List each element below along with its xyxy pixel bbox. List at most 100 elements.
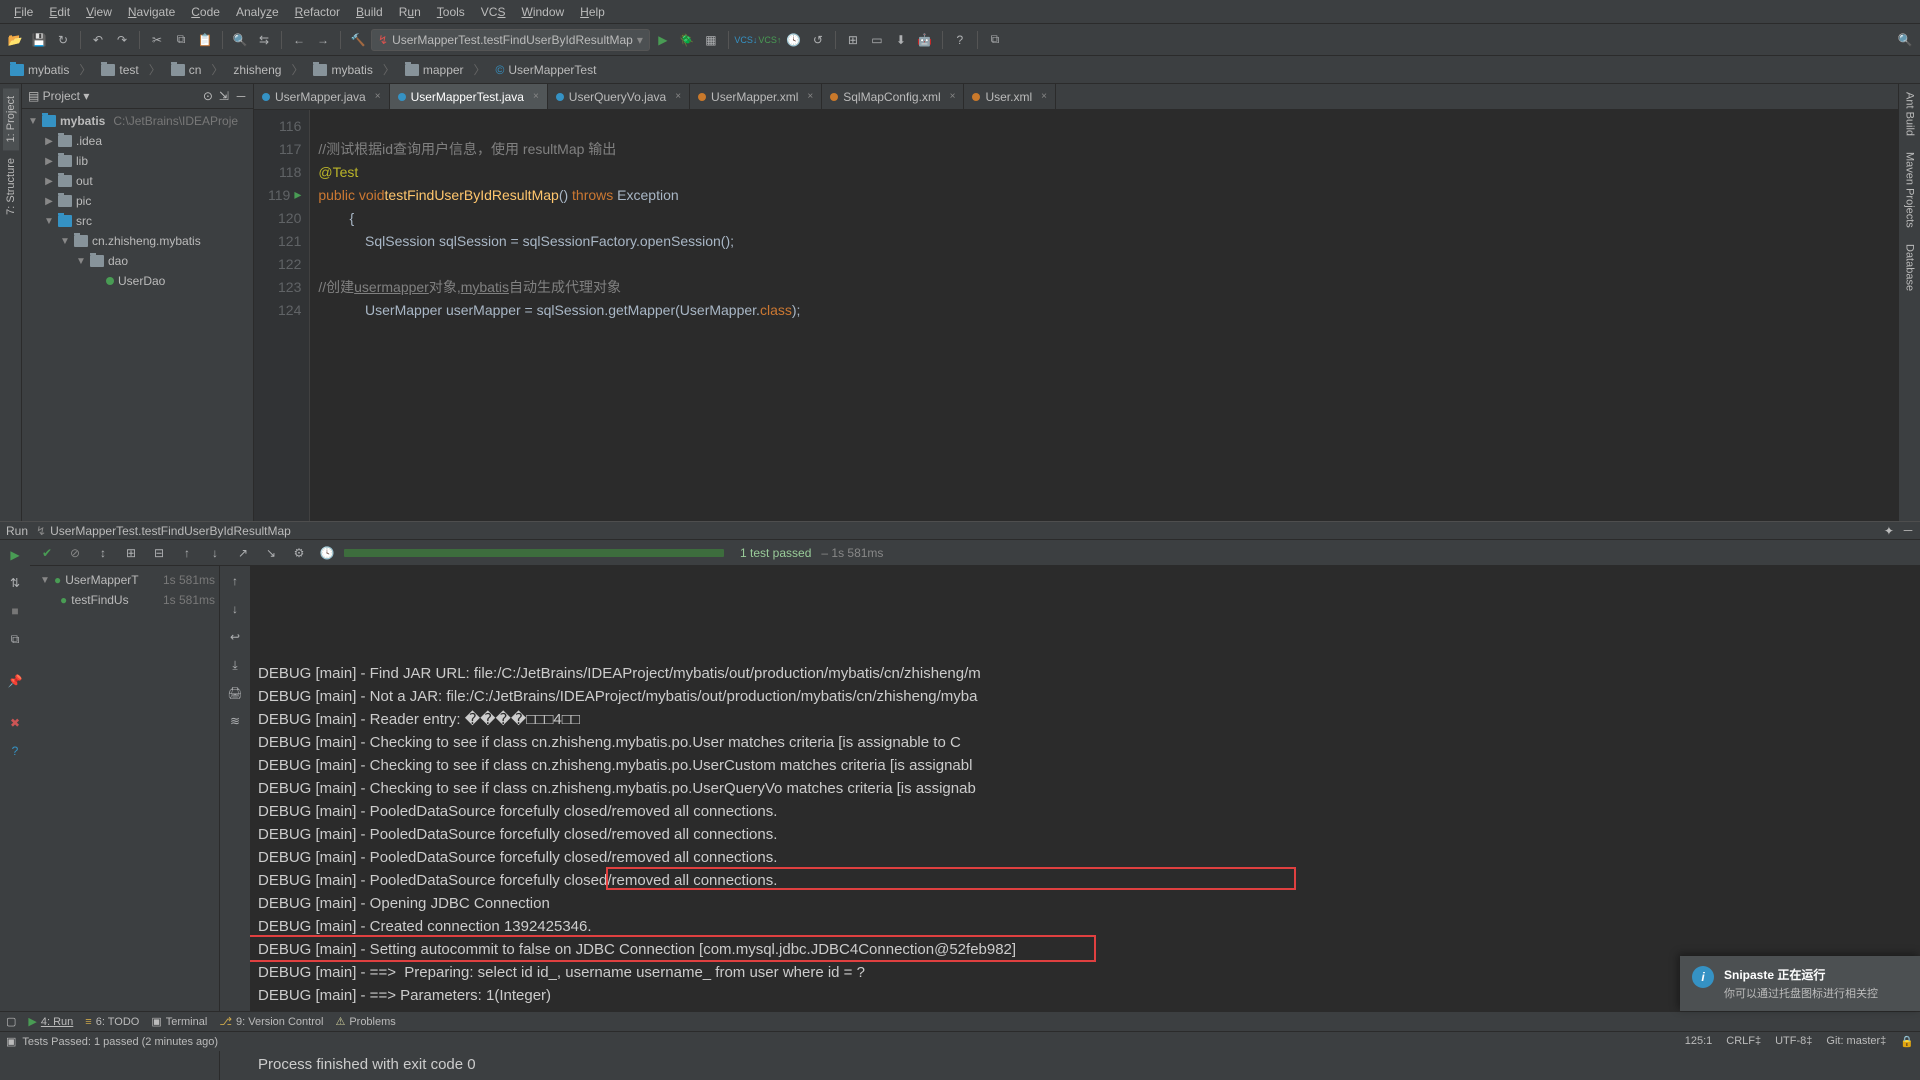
code-line[interactable] — [318, 114, 1890, 137]
tree-item[interactable]: ▶.idea — [22, 131, 253, 151]
hide-tool-windows-icon[interactable]: ▢ — [6, 1015, 16, 1028]
up-icon[interactable]: ↑ — [224, 570, 246, 592]
vcs-revert-icon[interactable]: ↺ — [807, 29, 829, 51]
layout-icon[interactable]: ⧉ — [984, 29, 1006, 51]
copy-icon[interactable]: ⧉ — [170, 29, 192, 51]
replace-icon[interactable]: ⇆ — [253, 29, 275, 51]
breadcrumb-item[interactable]: mybatis — [6, 61, 73, 79]
code-line[interactable]: SqlSession sqlSession = sqlSessionFactor… — [318, 229, 1890, 252]
breadcrumb-item[interactable]: mapper — [401, 61, 468, 79]
diff-icon[interactable]: ≋ — [224, 710, 246, 732]
stop-icon[interactable]: ■ — [4, 600, 26, 622]
sort-icon[interactable]: ↕ — [92, 542, 114, 564]
breadcrumb-item[interactable]: cn — [167, 61, 206, 79]
code-line[interactable]: { — [318, 206, 1890, 229]
menu-refactor[interactable]: Refactor — [287, 3, 348, 21]
collapse-icon[interactable]: ⇲ — [219, 89, 229, 103]
build-icon[interactable]: 🔨 — [347, 29, 369, 51]
close-icon[interactable]: × — [950, 91, 956, 102]
expand-icon[interactable]: ⊞ — [120, 542, 142, 564]
tree-item[interactable]: ▼cn.zhisheng.mybatis — [22, 231, 253, 251]
editor-tab[interactable]: UserMapper.java× — [254, 84, 390, 109]
console-output[interactable]: DEBUG [main] - Find JAR URL: file:/C:/Je… — [250, 566, 1920, 1080]
menu-run[interactable]: Run — [391, 3, 429, 21]
run-icon[interactable]: ▶ — [652, 29, 674, 51]
menu-build[interactable]: Build — [348, 3, 391, 21]
cut-icon[interactable]: ✂ — [146, 29, 168, 51]
down-icon[interactable]: ↓ — [224, 598, 246, 620]
rerun-icon[interactable]: ▶ — [4, 544, 26, 566]
toolwindow-terminal[interactable]: ▣Terminal — [151, 1015, 207, 1028]
code-line[interactable]: UserMapper userMapper = sqlSession.getMa… — [318, 298, 1890, 321]
help-blue-icon[interactable]: ? — [4, 740, 26, 762]
tree-item[interactable]: ▼src — [22, 211, 253, 231]
code-line[interactable]: @Test — [318, 160, 1890, 183]
search-everywhere-icon[interactable]: 🔍 — [1894, 29, 1916, 51]
save-all-icon[interactable]: 💾 — [28, 29, 50, 51]
breadcrumb-item[interactable]: test — [97, 61, 142, 79]
tree-item[interactable]: UserDao — [22, 271, 253, 291]
coverage-icon[interactable]: ▦ — [700, 29, 722, 51]
toolwindow-structure[interactable]: 7: Structure — [3, 150, 19, 223]
structure-icon[interactable]: ⊞ — [842, 29, 864, 51]
menu-vcs[interactable]: VCS — [473, 3, 514, 21]
toolwindow-ant[interactable]: Ant Build — [1902, 84, 1918, 144]
line-separator[interactable]: CRLF‡ — [1726, 1035, 1761, 1048]
wrap-icon[interactable]: ↩ — [224, 626, 246, 648]
toolwindow-maven[interactable]: Maven Projects — [1902, 144, 1918, 236]
close-icon[interactable]: × — [533, 91, 539, 102]
tree-item[interactable]: ▶pic — [22, 191, 253, 211]
pass-filter-icon[interactable]: ✔ — [36, 542, 58, 564]
back-icon[interactable]: ← — [288, 29, 310, 51]
code-line[interactable]: public void testFindUserByIdResultMap() … — [318, 183, 1890, 206]
hide-icon[interactable]: － — [235, 88, 247, 105]
print-icon[interactable]: 🖨 — [224, 682, 246, 704]
toolwindow-problems[interactable]: ⚠Problems — [335, 1015, 395, 1028]
editor-tab[interactable]: User.xml× — [964, 84, 1056, 109]
vcs-update-icon[interactable]: VCS↓ — [735, 29, 757, 51]
run-config-dropdown[interactable]: ↯ UserMapperTest.testFindUserByIdResultM… — [371, 29, 650, 51]
tree-item[interactable]: ▶out — [22, 171, 253, 191]
redo-icon[interactable]: ↷ — [111, 29, 133, 51]
history-icon[interactable]: 🕓 — [316, 542, 338, 564]
menu-view[interactable]: View — [78, 3, 120, 21]
menu-file[interactable]: File — [6, 3, 41, 21]
project-view-dropdown[interactable]: ▤ Project ▾ — [28, 89, 89, 103]
vcs-history-icon[interactable]: 🕓 — [783, 29, 805, 51]
menu-navigate[interactable]: Navigate — [120, 3, 183, 21]
avd-icon[interactable]: ▭ — [866, 29, 888, 51]
collapse-icon[interactable]: ⊟ — [148, 542, 170, 564]
test-tree-root[interactable]: ▼ ● UserMapperT 1s 581ms — [34, 570, 215, 590]
menu-help[interactable]: Help — [572, 3, 613, 21]
dump-icon[interactable]: ⧉ — [4, 628, 26, 650]
code-line[interactable]: //测试根据id查询用户信息，使用 resultMap 输出 — [318, 137, 1890, 160]
editor-tab[interactable]: UserMapper.xml× — [690, 84, 822, 109]
toolwindow-project[interactable]: 1: Project — [3, 88, 19, 150]
breadcrumb-item[interactable]: zhisheng — [229, 61, 285, 79]
close-icon[interactable]: × — [807, 91, 813, 102]
export-icon[interactable]: ↗ — [232, 542, 254, 564]
lock-icon[interactable]: 🔒 — [1900, 1035, 1914, 1048]
tree-root[interactable]: ▼ mybatis C:\JetBrains\IDEAProje — [22, 111, 253, 131]
close-icon[interactable]: × — [675, 91, 681, 102]
help-icon[interactable]: ? — [949, 29, 971, 51]
toolwindow-todo[interactable]: ≡6: TODO — [85, 1016, 139, 1028]
forward-icon[interactable]: → — [312, 29, 334, 51]
file-encoding[interactable]: UTF-8‡ — [1775, 1035, 1812, 1048]
import-icon[interactable]: ↘ — [260, 542, 282, 564]
close-red-icon[interactable]: ✖ — [4, 712, 26, 734]
code-line[interactable] — [318, 252, 1890, 275]
tree-item[interactable]: ▶lib — [22, 151, 253, 171]
scroll-icon[interactable]: ⤓ — [224, 654, 246, 676]
caret-position[interactable]: 125:1 — [1685, 1035, 1713, 1048]
gear-icon[interactable]: ⚙ — [288, 542, 310, 564]
toggle-tests-icon[interactable]: ⇅ — [4, 572, 26, 594]
menu-analyze[interactable]: Analyze — [228, 3, 287, 21]
toolwindow-vcs[interactable]: ⎇9: Version Control — [219, 1015, 323, 1028]
test-tree-item[interactable]: ● testFindUs 1s 581ms — [34, 590, 215, 610]
paste-icon[interactable]: 📋 — [194, 29, 216, 51]
next-icon[interactable]: ↓ — [204, 542, 226, 564]
prev-icon[interactable]: ↑ — [176, 542, 198, 564]
settings-icon[interactable]: ⊙ — [203, 89, 213, 103]
menu-window[interactable]: Window — [513, 3, 572, 21]
